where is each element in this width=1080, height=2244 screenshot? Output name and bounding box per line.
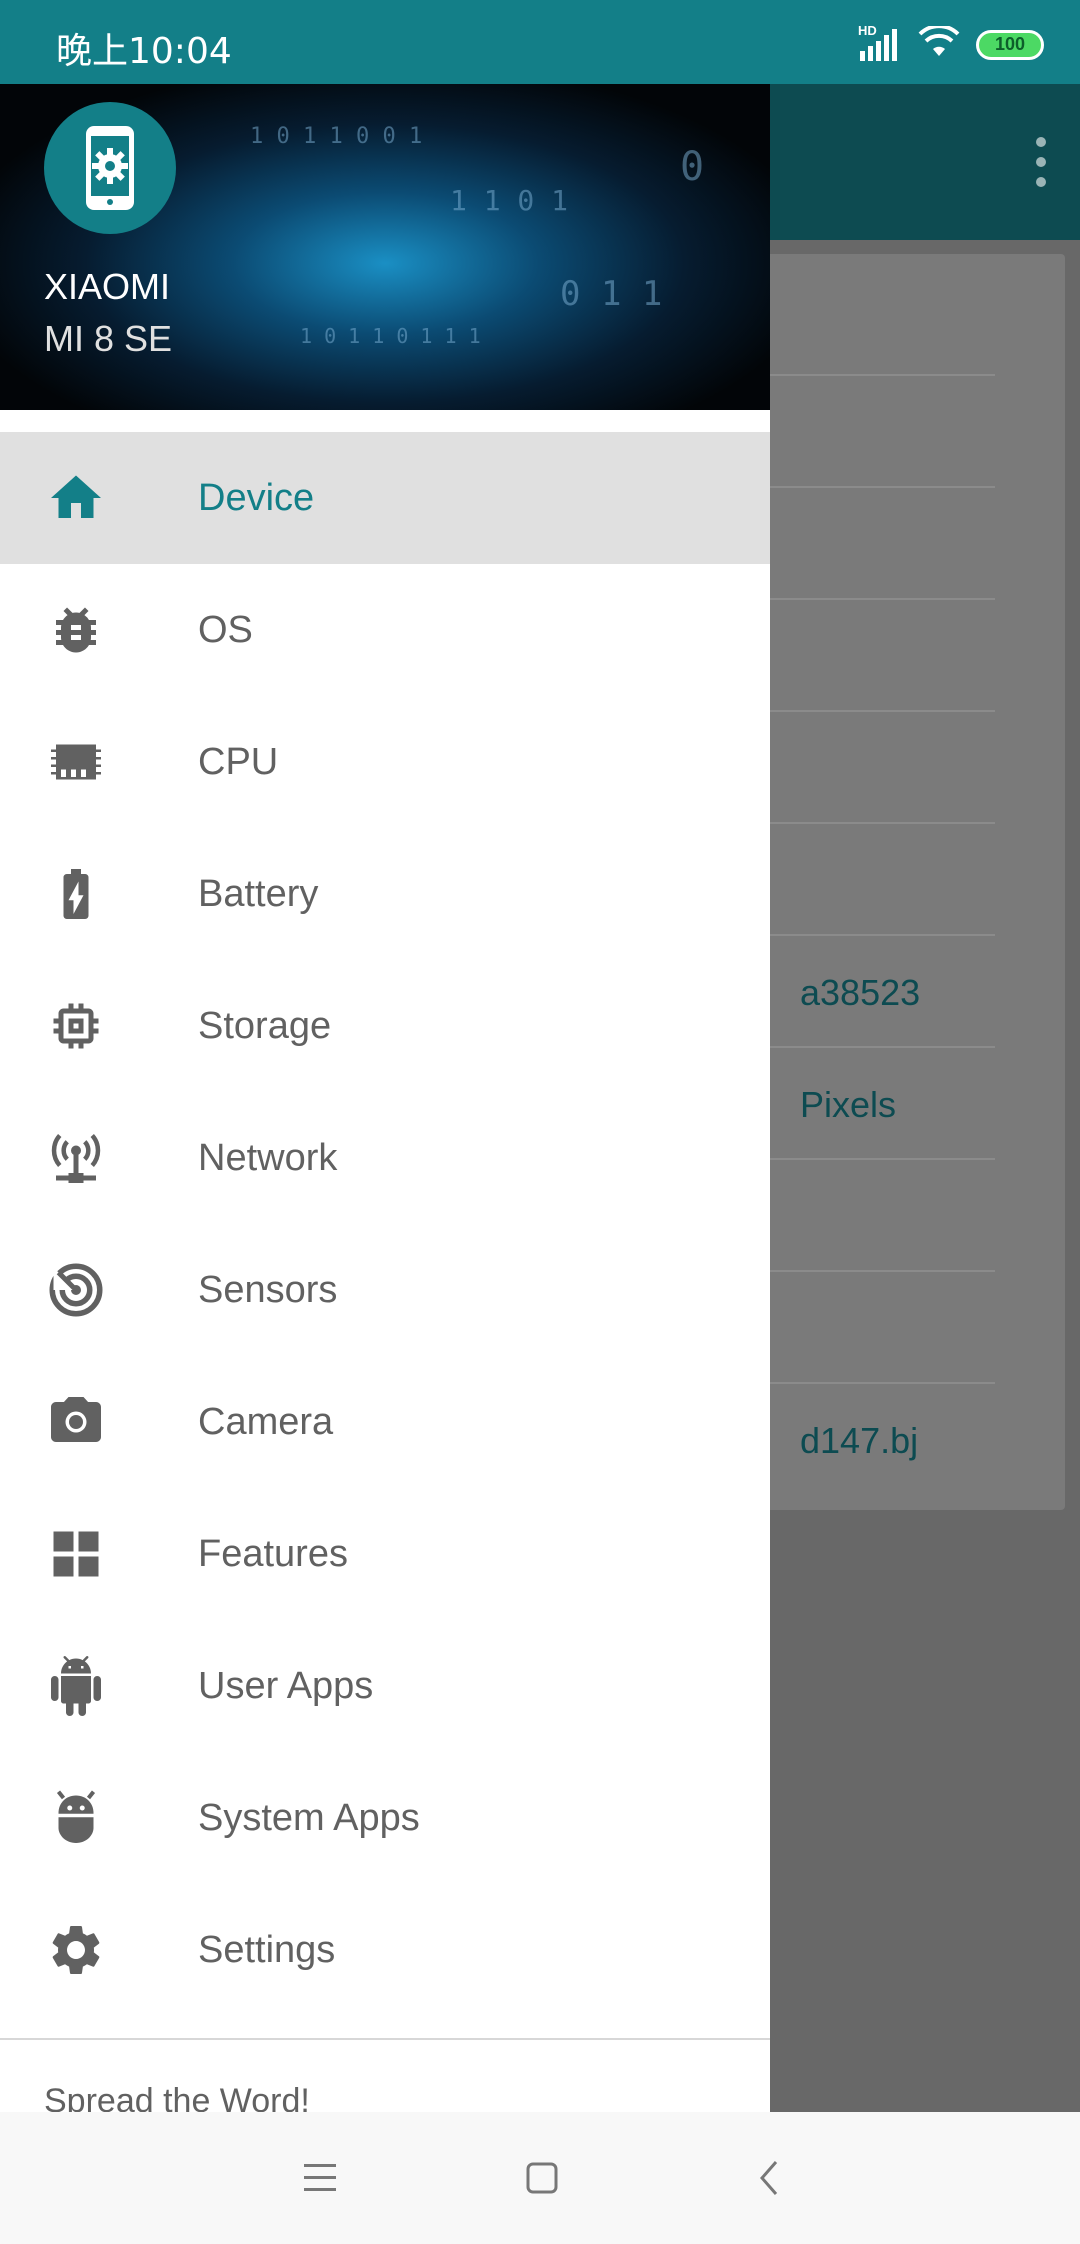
battery-charging-icon <box>46 864 106 924</box>
home-icon <box>46 468 106 528</box>
device-model: MI 8 SE <box>44 318 173 359</box>
header-decoration: 0 1 1 <box>560 274 663 314</box>
drawer-item-label: CPU <box>198 740 279 783</box>
background-value: a38523 <box>800 972 921 1013</box>
dashboard-icon <box>46 1524 106 1584</box>
background-value: d147.bj <box>800 1420 919 1461</box>
navigation-drawer: 1 0 1 1 0 0 1 1 1 0 1 0 1 1 1 0 1 1 0 1 … <box>0 84 770 2112</box>
drawer-item-features[interactable]: Features <box>0 1488 770 1620</box>
network-type-label: HD <box>858 22 877 38</box>
drawer-item-os[interactable]: OS <box>0 564 770 696</box>
drawer-item-label: Features <box>198 1532 348 1575</box>
header-decoration: 1 1 0 1 <box>450 184 569 217</box>
drawer-item-battery[interactable]: Battery <box>0 828 770 960</box>
drawer-item-label: Storage <box>198 1004 332 1047</box>
android-icon <box>46 1656 106 1716</box>
bug-icon <box>46 600 106 660</box>
battery-indicator: 100 <box>976 29 1044 60</box>
drawer-item-user-apps[interactable]: User Apps <box>0 1620 770 1752</box>
app-logo <box>44 102 176 234</box>
drawer-item-label: Device <box>198 476 315 519</box>
drawer-item-system-apps[interactable]: System Apps <box>0 1752 770 1884</box>
header-decoration: 1 0 1 1 0 0 1 <box>250 124 423 149</box>
radar-icon <box>46 1260 106 1320</box>
drawer-item-label: Settings <box>198 1928 336 1971</box>
overflow-menu-icon[interactable] <box>1030 136 1052 188</box>
back-icon[interactable] <box>742 2150 798 2206</box>
status-icons: HD 100 <box>858 23 1044 63</box>
drawer-item-label: Network <box>198 1136 338 1179</box>
menu-icon[interactable] <box>292 2150 348 2206</box>
chip-icon <box>46 996 106 1056</box>
memory-icon <box>46 732 106 792</box>
header-decoration: 0 <box>680 144 705 190</box>
drawer-item-cpu[interactable]: CPU <box>0 696 770 828</box>
phone-gear-icon <box>86 126 134 210</box>
antenna-icon <box>46 1128 106 1188</box>
drawer-item-label: System Apps <box>198 1796 420 1839</box>
section-title-spread-the-word: Spread the Word! <box>44 2082 310 2112</box>
drawer-item-label: User Apps <box>198 1664 374 1707</box>
drawer-item-label: OS <box>198 608 253 651</box>
drawer-item-label: Battery <box>198 872 319 915</box>
drawer-item-settings[interactable]: Settings <box>0 1884 770 2016</box>
camera-icon <box>46 1392 106 1452</box>
drawer-item-label: Camera <box>198 1400 334 1443</box>
header-decoration: 1 0 1 1 0 1 1 1 <box>300 324 481 348</box>
drawer-item-storage[interactable]: Storage <box>0 960 770 1092</box>
status-time: 晚上10:04 <box>56 31 232 72</box>
background-value: Pixels <box>800 1084 897 1125</box>
drawer-item-label: Sensors <box>198 1268 338 1311</box>
wifi-icon <box>918 24 960 63</box>
drawer-item-camera[interactable]: Camera <box>0 1356 770 1488</box>
drawer-header: 1 0 1 1 0 0 1 1 1 0 1 0 1 1 1 0 1 1 0 1 … <box>0 84 770 410</box>
android-head-icon <box>46 1788 106 1848</box>
status-bar: 晚上10:04 HD 100 <box>0 0 1080 84</box>
home-square-icon[interactable] <box>514 2150 570 2206</box>
system-nav-bar <box>0 2112 1080 2244</box>
device-brand: XIAOMI <box>44 266 171 307</box>
gear-icon <box>46 1920 106 1980</box>
signal-icon: HD <box>858 23 902 61</box>
drawer-item-device[interactable]: Device <box>0 432 770 564</box>
drawer-divider <box>0 2038 770 2040</box>
drawer-item-network[interactable]: Network <box>0 1092 770 1224</box>
drawer-item-sensors[interactable]: Sensors <box>0 1224 770 1356</box>
